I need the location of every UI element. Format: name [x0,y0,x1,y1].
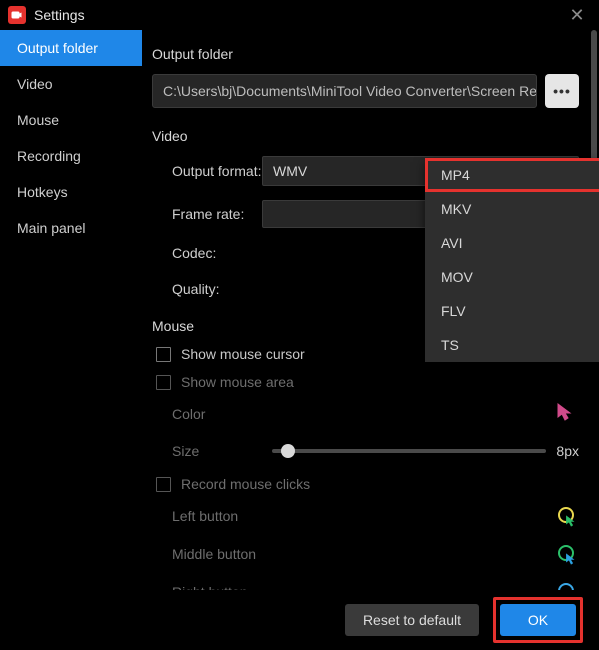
titlebar: Settings ✕ [0,0,599,30]
checkbox-show-area[interactable]: Show mouse area [152,374,579,390]
sidebar-item-main-panel[interactable]: Main panel [0,210,142,246]
sidebar-item-recording[interactable]: Recording [0,138,142,174]
output-format-value: WMV [273,163,307,179]
ok-button[interactable]: OK [500,604,576,636]
sidebar-item-hotkeys[interactable]: Hotkeys [0,174,142,210]
sidebar-item-output-folder[interactable]: Output folder [0,30,142,66]
middle-click-icon[interactable] [555,542,579,566]
window-title: Settings [34,7,85,23]
section-heading-video: Video [152,128,579,144]
checkbox-label-record-clicks: Record mouse clicks [181,476,310,492]
left-click-icon[interactable] [555,504,579,528]
label-frame-rate: Frame rate: [152,206,262,222]
ellipsis-icon: ••• [553,83,571,99]
format-option-flv[interactable]: FLV [425,294,599,328]
format-option-mkv[interactable]: MKV [425,192,599,226]
label-size: Size [152,443,262,459]
browse-button[interactable]: ••• [545,74,579,108]
checkbox-record-clicks[interactable]: Record mouse clicks [152,476,579,492]
format-option-mov[interactable]: MOV [425,260,599,294]
size-value: 8px [556,443,579,459]
checkbox-label-show-area: Show mouse area [181,374,294,390]
label-codec: Codec: [152,245,262,261]
sidebar-item-video[interactable]: Video [0,66,142,102]
format-option-avi[interactable]: AVI [425,226,599,260]
label-quality: Quality: [152,281,262,297]
sidebar-item-mouse[interactable]: Mouse [0,102,142,138]
sidebar: Output folder Video Mouse Recording Hotk… [0,30,142,590]
checkbox-label-show-cursor: Show mouse cursor [181,346,305,362]
label-left-button: Left button [152,508,262,524]
output-folder-input[interactable]: C:\Users\bj\Documents\MiniTool Video Con… [152,74,537,108]
label-output-format: Output format: [152,163,262,179]
label-color: Color [152,406,262,422]
app-icon [8,6,26,24]
bottom-bar: Reset to default OK [0,590,599,650]
checkbox-icon [156,347,171,362]
close-button[interactable]: ✕ [563,1,591,29]
checkbox-icon [156,477,171,492]
output-format-dropdown: MP4 MKV AVI MOV FLV TS [425,158,599,362]
cursor-color-icon[interactable] [555,402,579,426]
right-click-icon[interactable] [555,580,579,590]
ok-highlight: OK [493,597,583,643]
checkbox-icon [156,375,171,390]
format-option-ts[interactable]: TS [425,328,599,362]
main: Output folder Video Mouse Recording Hotk… [0,30,599,590]
section-heading-output: Output folder [152,46,579,62]
size-slider[interactable] [262,449,556,453]
format-option-mp4[interactable]: MP4 [425,158,599,192]
label-middle-button: Middle button [152,546,262,562]
content: Output folder C:\Users\bj\Documents\Mini… [142,30,599,590]
reset-to-default-button[interactable]: Reset to default [345,604,479,636]
